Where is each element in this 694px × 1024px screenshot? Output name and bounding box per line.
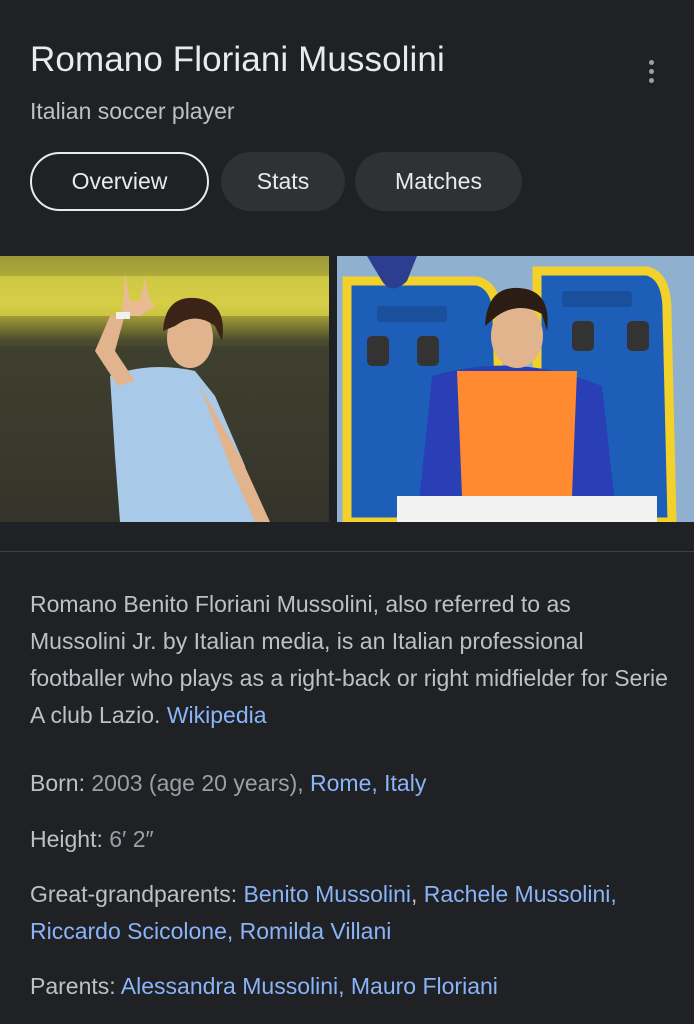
fact-great-grandparents: Great-grandparents: Benito Mussolini, Ra… (30, 876, 670, 950)
photo-illustration (337, 256, 694, 522)
riccardo-scicolone-link[interactable]: Riccardo Scicolone (30, 918, 227, 944)
more-vert-icon-dot (648, 68, 654, 74)
more-vert-icon (648, 59, 654, 65)
tab-matches[interactable]: Matches (355, 152, 522, 211)
link-separator: , (410, 881, 424, 907)
player-photo-bench[interactable] (337, 256, 694, 522)
tab-stats[interactable]: Stats (221, 152, 345, 211)
fact-height: Height: 6′ 2″ (30, 821, 670, 858)
fact-label: Great-grandparents (30, 881, 231, 907)
mauro-floriani-link[interactable]: Mauro Floriani (351, 973, 498, 999)
romilda-villani-link[interactable]: Romilda Villani (240, 918, 392, 944)
wikipedia-link[interactable]: Wikipedia (167, 702, 267, 728)
alessandra-mussolini-link[interactable]: Alessandra Mussolini (121, 973, 338, 999)
fact-value: 6′ 2″ (109, 826, 154, 852)
fact-value: 2003 (age 20 years), (91, 770, 311, 796)
player-photo-gesturing[interactable] (0, 256, 329, 522)
image-gallery (0, 256, 694, 522)
knowledge-panel: Romano Floriani Mussolini Italian soccer… (0, 0, 694, 1024)
link-separator: , (610, 881, 617, 907)
fact-label: Born (30, 770, 79, 796)
italy-link[interactable]: Italy (384, 770, 426, 796)
fact-colon: : (96, 826, 110, 852)
benito-mussolini-link[interactable]: Benito Mussolini (244, 881, 411, 907)
rachele-mussolini-link[interactable]: Rachele Mussolini (424, 881, 611, 907)
fact-parents: Parents: Alessandra Mussolini, Mauro Flo… (30, 968, 670, 1005)
photo-illustration (0, 256, 329, 522)
page-title: Romano Floriani Mussolini (30, 40, 445, 79)
fact-colon: : (78, 770, 92, 796)
more-vert-icon-dot (648, 77, 654, 83)
fact-colon: : (230, 881, 244, 907)
fact-label: Parents (30, 973, 110, 999)
fact-label: Height (30, 826, 97, 852)
tab-overview[interactable]: Overview (30, 152, 209, 211)
entity-subtitle: Italian soccer player (30, 98, 235, 124)
link-separator: , (371, 770, 385, 796)
rome-link[interactable]: Rome (310, 770, 371, 796)
more-options-button[interactable] (636, 54, 666, 88)
section-divider (0, 551, 694, 552)
fact-colon: : (109, 973, 121, 999)
link-separator: , (338, 973, 351, 999)
fact-born: Born: 2003 (age 20 years), Rome, Italy (30, 765, 670, 802)
description-text: Romano Benito Floriani Mussolini, also r… (30, 591, 668, 728)
link-separator: , (226, 918, 240, 944)
entity-description: Romano Benito Floriani Mussolini, also r… (30, 586, 670, 734)
